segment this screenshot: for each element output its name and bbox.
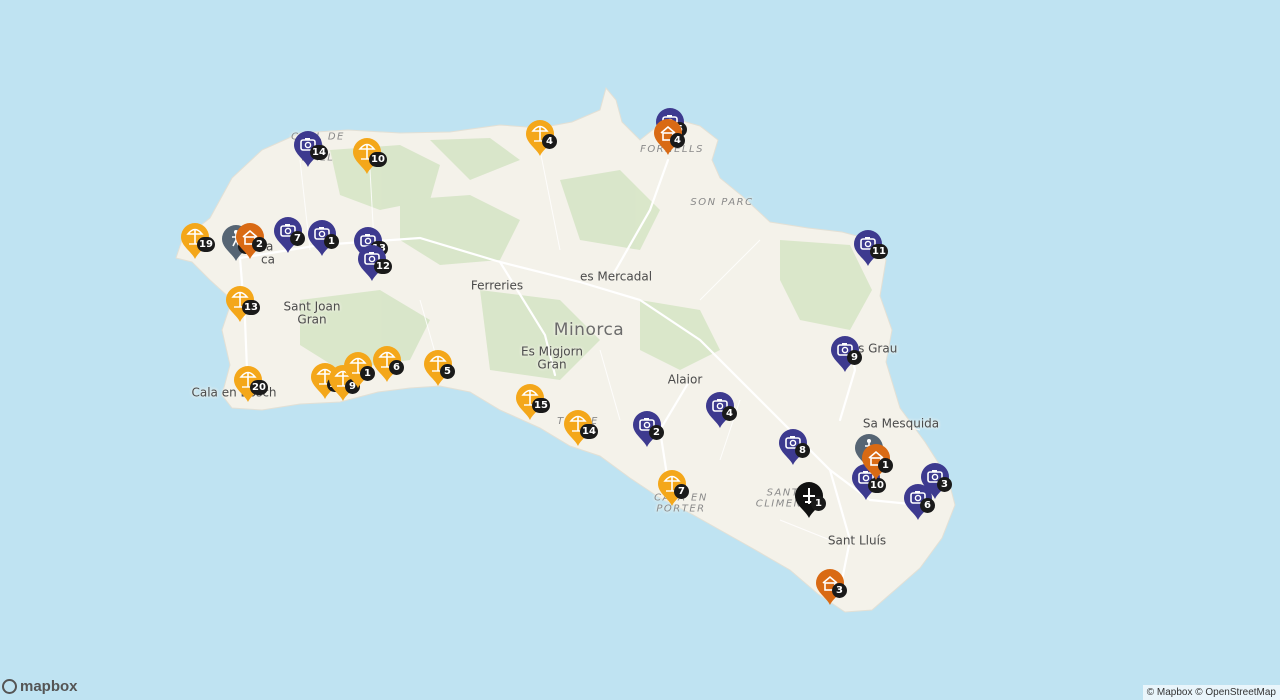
marker-count-badge: 3 [937,477,952,492]
mapbox-logo[interactable]: mapbox [2,678,78,695]
photo-marker[interactable]: 14 [293,130,328,168]
beach-marker[interactable]: 6 [372,345,404,383]
marker-count-badge: 4 [542,134,557,149]
photo-marker[interactable]: 2 [632,410,664,448]
beach-marker[interactable]: 1 [343,351,375,389]
island-label: Minorca [553,320,625,340]
beach-marker[interactable]: 10 [352,137,387,175]
marker-count-badge: 10 [369,152,387,167]
marker-count-badge: 6 [389,360,404,375]
airport-marker[interactable]: 1 [794,481,826,519]
photo-marker[interactable]: 11 [853,229,888,267]
photo-marker[interactable]: 7 [273,216,305,254]
beach-marker[interactable]: 4 [525,119,557,157]
marker-count-badge: 20 [250,380,268,395]
beach-marker[interactable]: 7 [657,469,689,507]
place-label-alaior: Alaior [667,372,703,387]
marker-count-badge: 12 [374,259,392,274]
marker-count-badge: 7 [290,231,305,246]
marker-count-badge: 7 [674,484,689,499]
marker-count-badge: 6 [920,498,935,513]
marker-count-badge: 2 [252,237,267,252]
marker-count-badge: 4 [722,406,737,421]
beach-marker[interactable]: 15 [515,383,550,421]
marker-count-badge: 1 [811,496,826,511]
marker-count-badge: 2 [649,425,664,440]
marker-count-badge: 11 [870,244,888,259]
place-label-sa-mesquida: Sa Mesquida [862,416,940,431]
marker-count-badge: 1 [324,234,339,249]
mapbox-logo-icon [2,679,17,694]
beach-marker[interactable]: 13 [225,285,260,323]
house-marker[interactable]: 1 [861,443,893,481]
marker-count-badge: 8 [795,443,810,458]
photo-marker[interactable]: 1 [307,219,339,257]
map-basemap [0,0,1280,700]
house-marker[interactable]: 4 [653,118,685,156]
house-marker[interactable]: 2 [235,222,267,260]
photo-marker[interactable]: 8 [778,428,810,466]
mapbox-logo-text: mapbox [20,678,78,695]
place-label-sant-joan: Sant Joan Gran [283,299,341,326]
place-label-es-migjorn: Es Migjorn Gran [521,344,583,371]
marker-count-badge: 14 [580,424,598,439]
photo-marker[interactable]: 9 [830,335,862,373]
beach-marker[interactable]: 19 [180,222,215,260]
photo-marker[interactable]: 4 [705,391,737,429]
beach-marker[interactable]: 14 [563,409,598,447]
beach-marker[interactable]: 5 [423,349,455,387]
photo-marker[interactable]: 6 [903,483,935,521]
house-marker[interactable]: 3 [815,568,847,606]
place-label-ferreries: Ferreries [470,278,524,293]
place-label-sant-lluis: Sant Lluís [827,533,887,548]
photo-marker[interactable]: 12 [357,244,392,282]
marker-count-badge: 15 [532,398,550,413]
beach-marker[interactable]: 20 [233,365,268,403]
marker-count-badge: 3 [832,583,847,598]
marker-count-badge: 1 [878,458,893,473]
marker-count-badge: 19 [197,237,215,252]
marker-count-badge: 5 [440,364,455,379]
marker-count-badge: 9 [847,350,862,365]
map-canvas[interactable]: Minorca Ferreries es Mercadal Es Migjorn G… [0,0,1280,700]
marker-count-badge: 13 [242,300,260,315]
marker-count-badge: 4 [670,133,685,148]
marker-count-badge: 14 [310,145,328,160]
map-attribution[interactable]: © Mapbox © OpenStreetMap [1142,685,1280,700]
place-label-es-mercadal: es Mercadal [579,269,653,284]
place-label-son-parc: SON PARC [690,196,754,208]
